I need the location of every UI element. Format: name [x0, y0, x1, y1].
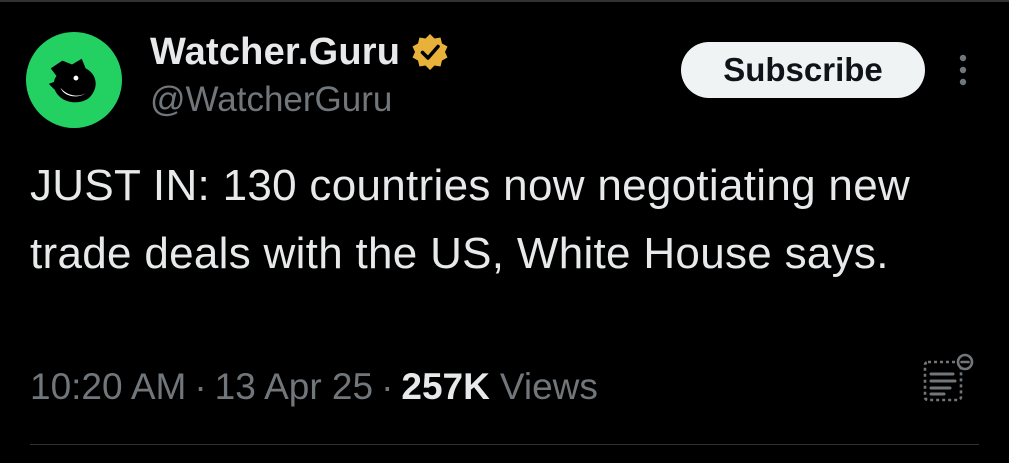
subscribe-button[interactable]: Subscribe — [681, 42, 925, 98]
analytics-icon[interactable] — [920, 352, 976, 408]
tweet-text: JUST IN: 130 countries now negotiating n… — [30, 161, 911, 278]
meta-separator: · — [194, 366, 207, 407]
verified-badge-icon[interactable] — [410, 32, 450, 72]
author-handle[interactable]: @WatcherGuru — [150, 80, 392, 120]
top-divider — [0, 0, 1009, 2]
author-name-row: Watcher.Guru — [150, 28, 450, 76]
meta-separator: · — [381, 366, 394, 407]
more-options-icon[interactable] — [948, 50, 978, 90]
tweet-date[interactable]: 13 Apr 25 — [215, 366, 373, 408]
avatar[interactable] — [26, 32, 122, 128]
bottom-divider — [30, 444, 979, 445]
whale-icon — [48, 58, 96, 103]
views-count: 257K — [401, 366, 490, 407]
tweet-time[interactable]: 10:20 AM — [30, 366, 186, 408]
display-name[interactable]: Watcher.Guru — [150, 31, 400, 74]
tweet-meta: 10:20 AM · 13 Apr 25 · 257K Views — [30, 366, 598, 408]
views-label: Views — [499, 366, 598, 407]
